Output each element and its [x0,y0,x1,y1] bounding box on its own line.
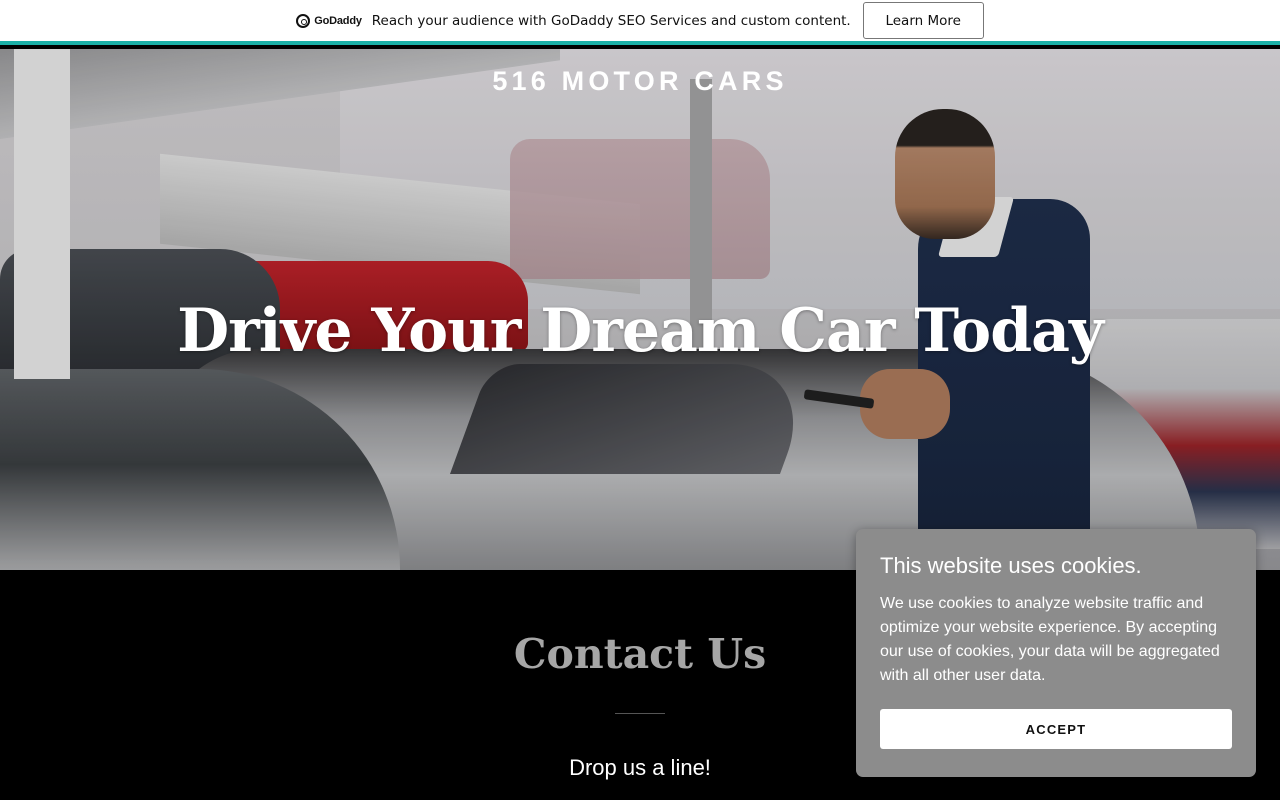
cookie-title: This website uses cookies. [880,553,1142,578]
cookie-banner: This website uses cookies. We use cookie… [856,529,1256,777]
cookie-message: We use cookies to analyze website traffi… [880,595,1220,684]
godaddy-logo[interactable]: GoDaddy [296,13,362,28]
promo-banner: GoDaddy Reach your audience with GoDaddy… [0,0,1280,45]
contact-divider [615,713,665,714]
learn-more-button[interactable]: Learn More [862,2,984,39]
godaddy-brand-text: GoDaddy [314,14,362,27]
site-name[interactable]: 516 MOTOR CARS [0,66,1280,97]
promo-message: Reach your audience with GoDaddy SEO Ser… [371,12,851,29]
accept-cookies-button[interactable]: ACCEPT [880,709,1232,749]
godaddy-logo-icon [296,13,311,28]
hero-title: Drive Your Dream Car Today [177,296,1104,366]
